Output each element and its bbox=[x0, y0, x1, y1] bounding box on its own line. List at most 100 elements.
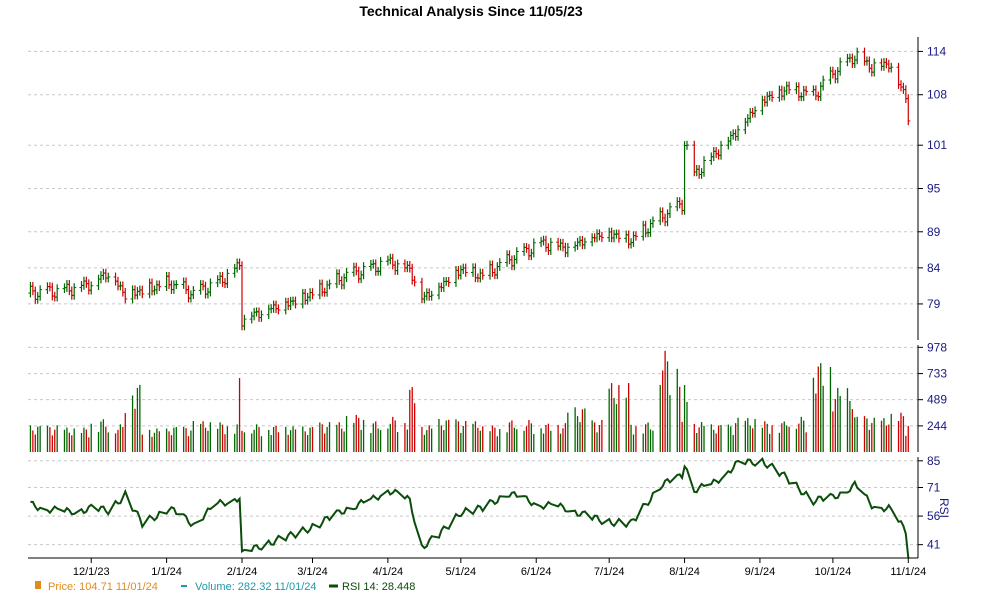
price-bar bbox=[81, 276, 86, 290]
rsi-axis-tick-label: 85 bbox=[927, 454, 941, 468]
price-bar bbox=[327, 279, 332, 290]
rsi-line bbox=[30, 456, 910, 558]
price-axis-tick-label: 108 bbox=[927, 88, 947, 102]
price-bar bbox=[548, 237, 553, 255]
price-panel: 79 84 89 95 101 108 114 bbox=[28, 37, 947, 340]
price-bar bbox=[495, 262, 500, 280]
price-bar bbox=[714, 147, 719, 159]
volume-axis-tick-label: 978 bbox=[927, 340, 947, 354]
price-bar bbox=[541, 235, 546, 246]
price-bar bbox=[488, 260, 493, 280]
price-bar bbox=[702, 156, 707, 177]
price-bar bbox=[835, 67, 840, 84]
price-bar bbox=[563, 242, 568, 258]
price-bar bbox=[577, 236, 582, 247]
date-tick-label: 7/1/24 bbox=[594, 566, 625, 578]
price-bar bbox=[641, 220, 646, 241]
date-tick-label: 11/1/24 bbox=[890, 566, 926, 578]
date-axis: 12/1/23 1/1/24 2/1/24 3/1/24 4/1/24 5/1/24 6/1… bbox=[28, 557, 926, 578]
price-bar bbox=[266, 304, 271, 320]
price-bar bbox=[580, 236, 585, 250]
price-bar bbox=[889, 62, 894, 73]
price-bar bbox=[801, 85, 806, 101]
price-bar bbox=[368, 259, 373, 271]
price-bar bbox=[833, 69, 838, 84]
price-bar bbox=[356, 266, 361, 284]
price-bar bbox=[514, 247, 519, 264]
price-bar bbox=[731, 129, 736, 140]
price-bar bbox=[838, 57, 843, 76]
price-bar bbox=[556, 237, 561, 251]
price-bar bbox=[446, 276, 451, 287]
price-bar bbox=[186, 285, 191, 303]
price-bar bbox=[753, 106, 758, 118]
price-bar bbox=[906, 94, 911, 126]
price-bar bbox=[787, 81, 792, 95]
price-bar bbox=[147, 278, 152, 299]
price-bar bbox=[663, 213, 668, 227]
price-bar bbox=[35, 292, 40, 304]
price-bar bbox=[337, 269, 342, 285]
price-bar bbox=[821, 75, 826, 91]
price-bar bbox=[473, 263, 478, 283]
price-bar bbox=[884, 58, 889, 69]
price-bar bbox=[869, 63, 874, 77]
price-bar bbox=[629, 238, 634, 249]
price-bar bbox=[378, 256, 383, 276]
rsi-panel: 41567185RSI bbox=[28, 454, 951, 558]
rsi-axis-tick-label: 41 bbox=[927, 538, 941, 552]
price-bar bbox=[716, 149, 721, 160]
price-bar bbox=[33, 286, 38, 304]
date-tick-label: 9/1/24 bbox=[745, 566, 776, 578]
price-bar bbox=[524, 243, 529, 253]
rsi-axis-tick-label: 71 bbox=[927, 480, 941, 494]
price-bar bbox=[259, 310, 264, 322]
price-bar bbox=[69, 286, 74, 300]
price-bar bbox=[852, 55, 857, 68]
price-bar bbox=[680, 199, 685, 215]
price-bar bbox=[599, 231, 604, 242]
price-bar bbox=[461, 263, 466, 274]
price-bar bbox=[52, 291, 57, 302]
legend: Price: 104.71 11/01/24 Volume: 282.32 11… bbox=[35, 581, 415, 593]
price-bar bbox=[770, 91, 775, 102]
price-bar bbox=[55, 284, 60, 302]
price-bar bbox=[898, 80, 903, 92]
price-bar bbox=[818, 81, 823, 101]
price-bar bbox=[181, 277, 186, 289]
price-bar bbox=[760, 95, 765, 116]
price-bar bbox=[113, 272, 118, 286]
price-bar bbox=[412, 275, 417, 287]
price-bar bbox=[743, 117, 748, 135]
price-bar bbox=[697, 164, 702, 179]
price-bar bbox=[903, 85, 908, 103]
price-bar bbox=[361, 262, 366, 280]
price-bar bbox=[709, 152, 714, 165]
price-bar bbox=[872, 58, 877, 77]
price-bar bbox=[308, 288, 313, 302]
price-bar bbox=[478, 268, 483, 283]
price-bar bbox=[257, 307, 262, 322]
price-bar bbox=[522, 243, 527, 256]
price-bar bbox=[794, 82, 799, 95]
price-bar bbox=[283, 297, 288, 315]
price-bar bbox=[171, 280, 176, 294]
price-bar bbox=[490, 260, 495, 277]
price-bar bbox=[667, 202, 672, 218]
price-bar bbox=[198, 280, 203, 295]
price-bar bbox=[529, 248, 534, 261]
price-bar bbox=[684, 140, 689, 150]
price-bar bbox=[201, 280, 206, 291]
price-bar bbox=[796, 82, 801, 102]
price-bar bbox=[575, 237, 580, 250]
price-bar bbox=[38, 285, 43, 301]
price-bar bbox=[424, 288, 429, 301]
price-bar bbox=[135, 287, 140, 300]
price-bar bbox=[271, 300, 276, 313]
price-bar bbox=[249, 311, 254, 324]
price-bar bbox=[862, 47, 867, 66]
price-axis-tick-label: 114 bbox=[927, 44, 946, 58]
volume-axis-tick-label: 733 bbox=[927, 367, 947, 381]
price-bar bbox=[624, 230, 629, 243]
price-bar bbox=[633, 231, 638, 241]
